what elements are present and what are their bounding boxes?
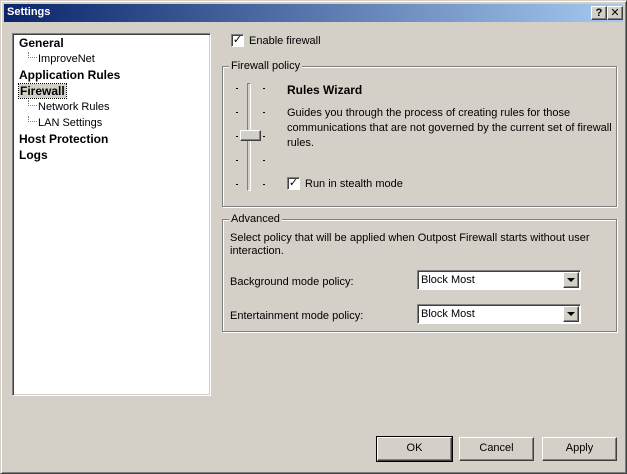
chevron-down-icon[interactable] bbox=[563, 272, 579, 288]
slider-tick bbox=[263, 88, 265, 89]
slider-tick bbox=[236, 88, 238, 89]
tree-item-improvenet[interactable]: ImproveNet bbox=[38, 53, 95, 66]
slider-tick bbox=[263, 184, 265, 185]
checkmark-icon: ✓ bbox=[232, 34, 243, 46]
cancel-button[interactable]: Cancel bbox=[459, 437, 534, 461]
entertainment-mode-select[interactable]: Block Most bbox=[417, 304, 581, 324]
background-mode-label: Background mode policy: bbox=[230, 276, 354, 288]
tree-item-application-rules[interactable]: Application Rules bbox=[19, 69, 120, 82]
settings-window: Settings ? ✕ General ImproveNet Applicat… bbox=[0, 0, 627, 474]
firewall-policy-legend: Firewall policy bbox=[229, 60, 303, 72]
window-title: Settings bbox=[7, 6, 51, 18]
tree-item-lan-settings[interactable]: LAN Settings bbox=[38, 117, 102, 130]
tree-item-host-protection[interactable]: Host Protection bbox=[19, 133, 108, 146]
close-button[interactable]: ✕ bbox=[607, 6, 623, 20]
tree-item-logs[interactable]: Logs bbox=[19, 149, 48, 162]
slider-tick bbox=[236, 112, 238, 113]
ok-button[interactable]: OK bbox=[376, 436, 453, 462]
enable-firewall-checkbox[interactable]: ✓ bbox=[231, 34, 244, 47]
entertainment-mode-label: Entertainment mode policy: bbox=[230, 310, 364, 322]
apply-button[interactable]: Apply bbox=[542, 437, 617, 461]
tree-item-general[interactable]: General bbox=[19, 37, 64, 50]
tree-item-network-rules[interactable]: Network Rules bbox=[38, 101, 110, 114]
title-bar[interactable]: Settings ? ✕ bbox=[4, 4, 623, 22]
background-mode-select[interactable]: Block Most bbox=[417, 270, 581, 290]
entertainment-mode-value: Block Most bbox=[421, 308, 475, 320]
slider-tick bbox=[263, 136, 265, 137]
advanced-legend: Advanced bbox=[229, 213, 282, 225]
help-button[interactable]: ? bbox=[591, 6, 607, 20]
slider-tick bbox=[236, 160, 238, 161]
slider-tick bbox=[236, 184, 238, 185]
tree-connector bbox=[28, 100, 37, 106]
checkmark-icon: ✓ bbox=[288, 177, 299, 189]
stealth-mode-checkbox[interactable]: ✓ bbox=[287, 177, 300, 190]
policy-slider-thumb[interactable] bbox=[240, 130, 261, 141]
tree-connector bbox=[28, 116, 37, 122]
slider-tick bbox=[263, 160, 265, 161]
advanced-description: Select policy that will be applied when … bbox=[230, 232, 590, 257]
tree-connector bbox=[28, 52, 37, 58]
slider-tick bbox=[236, 136, 238, 137]
slider-tick bbox=[263, 112, 265, 113]
enable-firewall-label: Enable firewall bbox=[249, 35, 321, 47]
settings-tree[interactable]: General ImproveNet Application Rules Fir… bbox=[12, 33, 211, 396]
policy-title: Rules Wizard bbox=[287, 83, 363, 97]
policy-description: Guides you through the process of creati… bbox=[287, 107, 612, 149]
chevron-down-icon[interactable] bbox=[563, 306, 579, 322]
background-mode-value: Block Most bbox=[421, 274, 475, 286]
stealth-mode-label: Run in stealth mode bbox=[305, 178, 403, 190]
tree-item-firewall[interactable]: Firewall bbox=[18, 83, 67, 99]
